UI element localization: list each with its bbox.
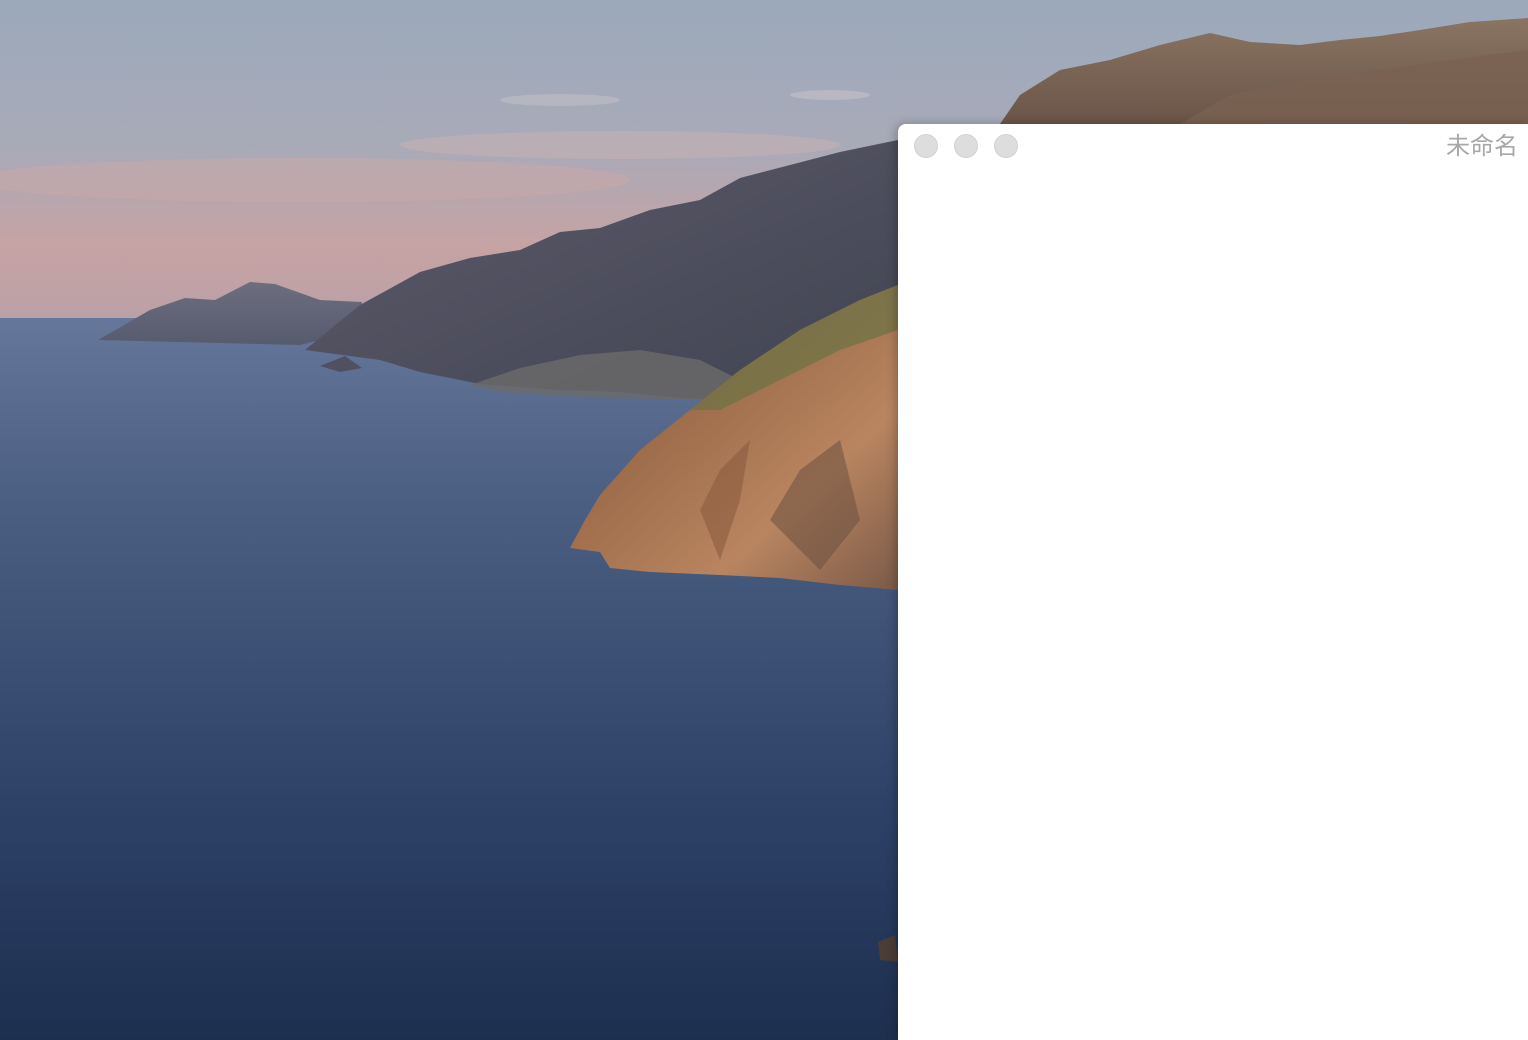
app-window: 未命名 — [898, 124, 1528, 1040]
window-titlebar[interactable]: 未命名 — [898, 124, 1528, 168]
close-button[interactable] — [914, 134, 938, 158]
document-content-area[interactable] — [898, 168, 1528, 1040]
zoom-button[interactable] — [994, 134, 1018, 158]
window-title: 未命名 — [1446, 132, 1518, 160]
minimize-button[interactable] — [954, 134, 978, 158]
